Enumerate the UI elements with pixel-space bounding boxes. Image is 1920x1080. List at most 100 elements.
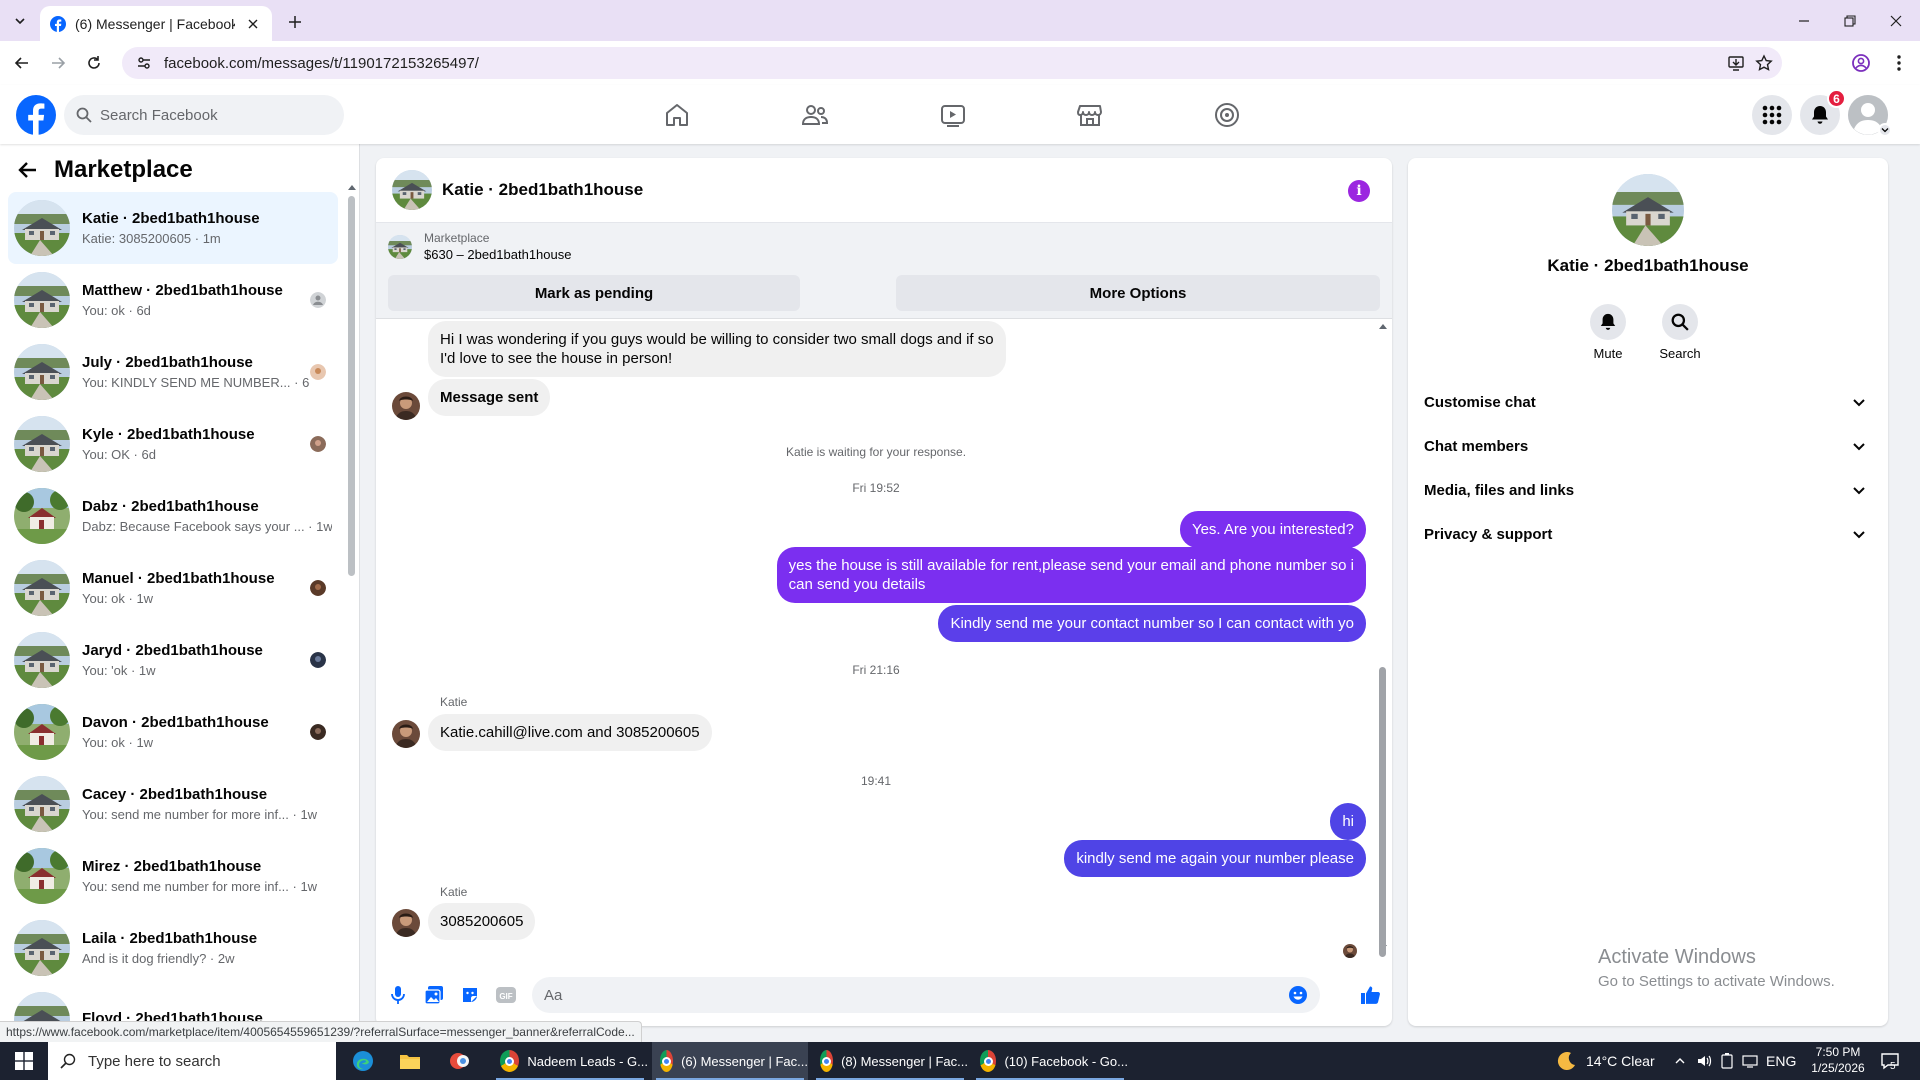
- chat-item-cacey[interactable]: Cacey · 2bed1bath1house You: send me numb…: [8, 768, 338, 840]
- message-outgoing[interactable]: Yes. Are you interested?: [1179, 511, 1366, 548]
- message-incoming[interactable]: Message sent: [428, 379, 551, 416]
- volume-icon[interactable]: [1696, 1042, 1712, 1080]
- facebook-logo-icon[interactable]: [16, 95, 56, 135]
- message-incoming[interactable]: Katie.cahill@live.com and 3085200605: [428, 714, 712, 751]
- start-button[interactable]: [0, 1042, 48, 1080]
- message-outgoing[interactable]: kindly send me again your number please: [1064, 840, 1366, 877]
- close-window-button[interactable]: [1873, 0, 1919, 41]
- message-input-wrapper[interactable]: [532, 977, 1320, 1013]
- info-avatar[interactable]: [1612, 174, 1684, 246]
- new-tab-button[interactable]: [282, 9, 308, 35]
- chat-item-manuel[interactable]: Manuel · 2bed1bath1house You: ok · 1w: [8, 552, 338, 624]
- chat-item-dabz[interactable]: Dabz · 2bed1bath1house Dabz: Because Face…: [8, 480, 338, 552]
- back-arrow-icon[interactable]: [18, 160, 38, 180]
- nav-home[interactable]: [622, 91, 732, 139]
- conversation-title[interactable]: Katie · 2bed1bath1house: [442, 180, 643, 200]
- conversation-avatar[interactable]: [392, 170, 432, 210]
- section-chat-members[interactable]: Chat members: [1424, 424, 1872, 468]
- sidebar-scrollbar[interactable]: [348, 196, 355, 576]
- taskbar-task-facebook-10[interactable]: (10) Facebook - Go...: [972, 1042, 1128, 1080]
- message-outgoing[interactable]: Kindly send me your contact number so I …: [938, 605, 1366, 642]
- browser-menu-icon[interactable]: [1886, 50, 1912, 76]
- chat-item-davon[interactable]: Davon · 2bed1bath1house You: ok · 1w: [8, 696, 338, 768]
- chat-item-kyle[interactable]: Kyle · 2bed1bath1house You: OK · 6d: [8, 408, 338, 480]
- mute-button[interactable]: Mute: [1578, 304, 1638, 361]
- menu-grid-button[interactable]: [1752, 95, 1792, 135]
- battery-icon[interactable]: [1720, 1042, 1734, 1080]
- grid-menu-icon: [1762, 105, 1782, 125]
- sender-avatar[interactable]: [392, 720, 420, 748]
- back-button[interactable]: [9, 50, 35, 76]
- sender-avatar[interactable]: [392, 392, 420, 420]
- file-explorer-icon[interactable]: [393, 1042, 427, 1080]
- reload-button[interactable]: [81, 50, 107, 76]
- account-profile-button[interactable]: [1848, 95, 1892, 137]
- tab-search-button[interactable]: [8, 9, 32, 33]
- system-clock[interactable]: 7:50 PM 1/25/2026: [1800, 1044, 1876, 1076]
- nav-gaming[interactable]: [1172, 91, 1282, 139]
- message-outgoing[interactable]: hi: [1330, 803, 1366, 840]
- nav-friends[interactable]: [760, 91, 870, 139]
- microphone-icon[interactable]: [386, 983, 410, 1007]
- gaming-icon: [1215, 103, 1239, 127]
- facebook-search-input[interactable]: [100, 106, 320, 124]
- message-incoming[interactable]: Hi I was wondering if you guys would be …: [428, 321, 1006, 377]
- seen-avatar: [1343, 944, 1357, 958]
- scroll-up-arrow-icon[interactable]: [348, 184, 356, 190]
- facebook-search-box[interactable]: [64, 95, 344, 135]
- nav-marketplace[interactable]: [1035, 91, 1145, 139]
- chat-item-july[interactable]: July · 2bed1bath1house You: KINDLY SEND M…: [8, 336, 338, 408]
- chat-item-laila[interactable]: Laila · 2bed1bath1house And is it dog fri…: [8, 912, 338, 984]
- app-icon[interactable]: [443, 1042, 477, 1080]
- section-customise-chat[interactable]: Customise chat: [1424, 380, 1872, 424]
- notifications-button[interactable]: 6: [1800, 89, 1846, 135]
- weather-widget[interactable]: 14°C Clear: [1556, 1042, 1655, 1080]
- chat-item-matthew[interactable]: Matthew · 2bed1bath1house You: ok · 6d: [8, 264, 338, 336]
- nav-video[interactable]: [898, 91, 1008, 139]
- gif-icon[interactable]: GIF: [494, 983, 518, 1007]
- message-outgoing[interactable]: yes the house is still available for ren…: [776, 547, 1366, 603]
- chat-item-mirez[interactable]: Mirez · 2bed1bath1house You: send me numb…: [8, 840, 338, 912]
- address-bar[interactable]: facebook.com/messages/t/1190172153265497…: [122, 47, 1782, 79]
- tab-close-icon[interactable]: [244, 15, 262, 33]
- network-icon[interactable]: [1742, 1042, 1758, 1080]
- taskbar-task-nadeem-leads[interactable]: Nadeem Leads - G...: [492, 1042, 648, 1080]
- search-in-chat-button[interactable]: Search: [1650, 304, 1710, 361]
- chat-item-katie[interactable]: Katie · 2bed1bath1house Katie: 3085200605…: [8, 192, 338, 264]
- address-url[interactable]: facebook.com/messages/t/1190172153265497…: [164, 55, 479, 72]
- mark-pending-button[interactable]: Mark as pending: [388, 275, 800, 311]
- browser-tab-active[interactable]: (6) Messenger | Facebook: [40, 6, 272, 41]
- message-scrollbar[interactable]: [1379, 667, 1386, 957]
- like-thumb-icon[interactable]: [1358, 983, 1382, 1007]
- more-options-button[interactable]: More Options: [896, 275, 1380, 311]
- message-text: yes the house is still available for ren…: [788, 557, 1354, 574]
- info-icon[interactable]: i: [1348, 180, 1370, 202]
- install-app-icon[interactable]: [1722, 47, 1750, 79]
- chat-item-jaryd[interactable]: Jaryd · 2bed1bath1house You: 'ok · 1w: [8, 624, 338, 696]
- sender-avatar[interactable]: [392, 909, 420, 937]
- forward-button[interactable]: [45, 50, 71, 76]
- edge-icon[interactable]: [346, 1042, 380, 1080]
- emoji-icon[interactable]: [1288, 985, 1308, 1005]
- message-incoming[interactable]: 3085200605: [428, 903, 536, 940]
- tray-chevron-up-icon[interactable]: [1674, 1042, 1686, 1080]
- photo-icon[interactable]: [422, 983, 446, 1007]
- taskbar-search[interactable]: Type here to search: [48, 1042, 336, 1080]
- listing-info[interactable]: Marketplace $630 – 2bed1bath1house: [388, 231, 571, 262]
- sticker-icon[interactable]: [458, 983, 482, 1007]
- message-input[interactable]: [544, 986, 1288, 1004]
- section-media-files-links[interactable]: Media, files and links: [1424, 468, 1872, 512]
- bookmark-star-icon[interactable]: [1750, 47, 1778, 79]
- taskbar-task-messenger-8[interactable]: (8) Messenger | Fac...: [812, 1042, 968, 1080]
- restore-button[interactable]: [1827, 0, 1873, 41]
- listing-thumbnail: [388, 235, 412, 259]
- notification-center-icon[interactable]: 5: [1880, 1042, 1899, 1080]
- site-info-icon[interactable]: [136, 55, 152, 71]
- minimize-button[interactable]: [1781, 0, 1827, 41]
- section-privacy-support[interactable]: Privacy & support: [1424, 512, 1872, 556]
- chat-name: July · 2bed1bath1house: [82, 354, 253, 371]
- taskbar-task-messenger-6[interactable]: (6) Messenger | Fac...: [652, 1042, 808, 1080]
- profile-icon[interactable]: [1848, 50, 1874, 76]
- language-indicator[interactable]: ENG: [1766, 1042, 1796, 1080]
- listing-thumbnail: [14, 344, 70, 400]
